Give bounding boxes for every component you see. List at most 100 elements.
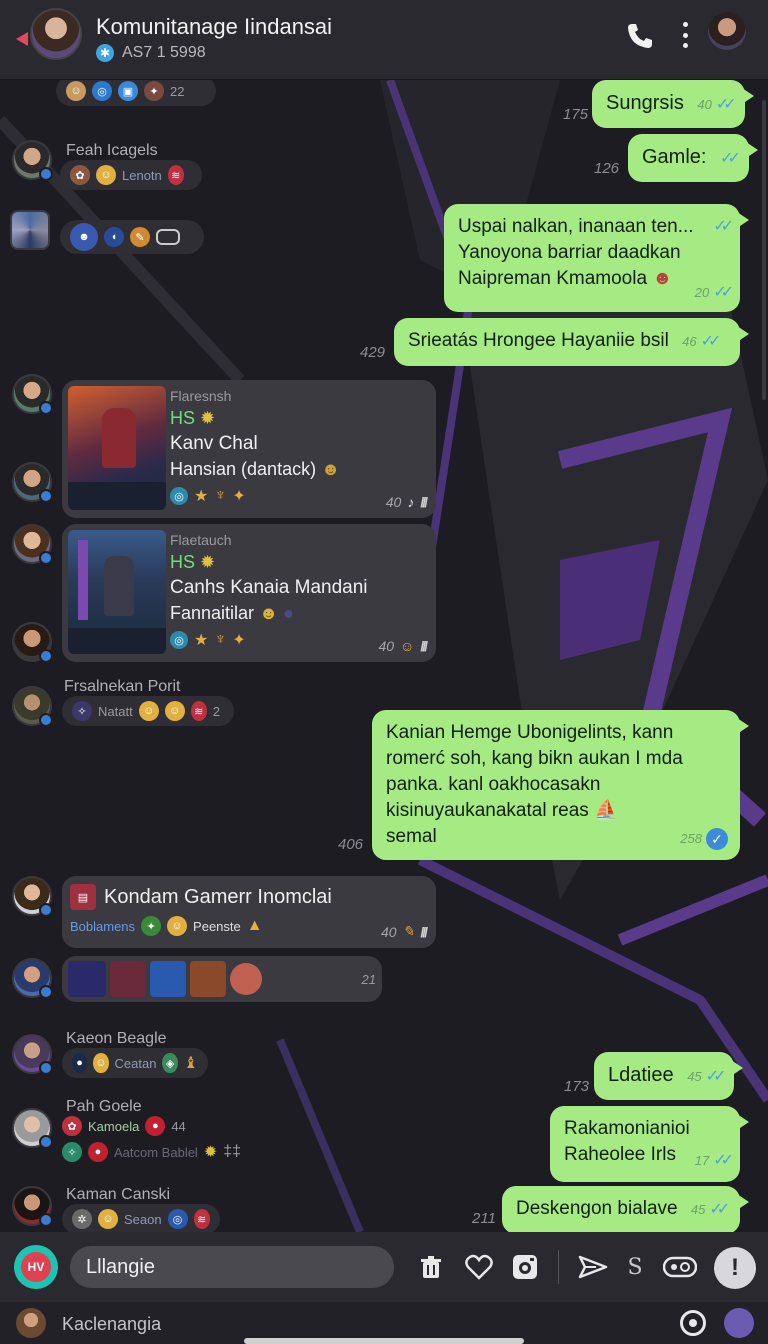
media-count: 21 [361,971,376,987]
user-avatar[interactable] [12,622,53,663]
reaction-row[interactable]: ✧ Natatt ☺ ☺ ≋ 2 [62,696,234,726]
outgoing-message[interactable]: Deskengon bialave 45 ✓✓ [502,1186,749,1232]
game-thumbnail[interactable] [68,386,166,510]
message-meta: 20 ✓✓ [695,280,734,306]
sender-name[interactable]: Frsalnekan Porit [64,678,181,696]
fire-icon: ≋ [193,1209,210,1229]
message-meta: 45 ✓✓ [687,1064,726,1090]
game-icon: ▤ [70,884,96,910]
media-strip[interactable]: 21 [62,956,382,1002]
message-meta: 258 ✓ [680,826,728,852]
message-list[interactable]: ☺ ◎ ▣ ✦ 22 175 Sungrsis 40 ✓✓ Feah Icagel… [0,80,768,1232]
media-thumb[interactable] [190,961,226,997]
badge-icon: ◖ [104,227,124,247]
sender-name[interactable]: Pah Goele [66,1098,142,1116]
more-vertical-icon[interactable] [676,20,694,50]
user-avatar[interactable] [12,374,53,415]
wrench-icon: ♝ [183,1055,199,1072]
double-check-icon: ✓✓ [715,96,737,113]
message-meta: 45 ✓✓ [691,1197,730,1223]
outgoing-message[interactable]: Rakamonianioi Raheolee Irls 17 ✓✓ [550,1106,749,1182]
game-thumbnail[interactable] [68,530,166,654]
view-count: 429 [360,344,386,361]
user-avatar[interactable] [12,462,53,503]
reaction-row[interactable]: ✲ ☺ Seaon ◎ ≋ [62,1204,220,1232]
user-avatar[interactable] [12,876,53,917]
badge-icon: ▣ [118,81,138,101]
scrollbar[interactable] [762,100,766,400]
media-thumb[interactable] [150,961,186,997]
gamepad-icon[interactable] [662,1252,698,1282]
reaction-count: 22 [170,83,185,99]
outgoing-message[interactable]: Uspai nalkan, inanaan ten... Yanoyona ba… [444,204,749,312]
s-icon[interactable]: S [620,1252,650,1282]
target-icon[interactable] [680,1310,706,1336]
media-thumb[interactable] [110,961,146,997]
double-check-icon: ✓✓ [720,150,741,167]
outgoing-message[interactable]: Kanian Hemge Ubonigelints, kann romerć s… [372,710,749,860]
user-avatar[interactable] [10,210,50,250]
shared-game-card[interactable]: Flaetauch HS ✹ Canhs Kanaia Mandani Fann… [62,524,436,662]
card-header: ▤ Kondam Gamerr Inomclai [70,884,428,910]
reaction-label: Seaon [124,1211,162,1227]
user-avatar[interactable] [12,140,53,181]
sender-name[interactable]: Feah Icagels [66,142,158,160]
card-reactions: ◎ ★ ♆ ✦ [170,630,368,650]
profile-avatar[interactable] [708,12,746,50]
heart-icon[interactable] [464,1252,494,1282]
reaction-row[interactable]: ✿ Kamoela ● 44 [62,1116,186,1136]
message-meta: 40 ✎/// [381,923,428,940]
card-reactions: Boblamens ✦ ☺ Peenste ▲ [70,916,263,936]
app-shortcut-button[interactable]: HV [14,1245,58,1289]
message-line: Yanoyona barriar daadkan [458,242,681,263]
sender-name[interactable]: Kaeon Beagle [66,1030,167,1048]
media-thumb[interactable] [68,961,106,997]
emoji-icon: ☻ [652,268,673,289]
user-avatar[interactable] [12,524,53,565]
view-count: 211 [472,1210,496,1227]
view-count: 406 [338,836,364,853]
message-line: Naipreman Kmamoola ☻ [458,268,673,289]
user-avatar[interactable] [16,1308,46,1338]
bot-avatar[interactable] [724,1308,754,1338]
reaction-row[interactable]: ✧ ● Aatcom Bablel ✹ ‡‡ [62,1142,241,1162]
card-tag: HS ✹ [170,552,216,572]
user-avatar[interactable] [12,1034,53,1075]
outgoing-message[interactable]: Ldatiee 45 ✓✓ [594,1052,744,1100]
trash-icon[interactable] [416,1252,446,1282]
user-avatar[interactable] [12,686,53,727]
reaction-row[interactable]: ☻ ◖ ✎ [60,220,204,254]
message-meta: 40 ♪/// [385,494,428,510]
user-avatar[interactable] [12,1108,53,1149]
composer-bar: HV S ! [0,1232,768,1302]
mic-icon[interactable]: ! [714,1247,756,1289]
bottom-label[interactable]: Kaclenangia [62,1314,161,1335]
user-avatar[interactable] [12,958,53,999]
camera-icon[interactable] [510,1252,540,1282]
shared-game-card[interactable]: Flaresnsh HS ✹ Kanv Chal Hansian (dantac… [62,380,436,518]
user-avatar[interactable] [12,1186,53,1227]
emoji-icon: ☺ [138,701,159,721]
card-source: Flaresnsh [170,388,232,404]
outgoing-message[interactable]: Sungrsis 40 ✓✓ [592,80,754,128]
chat-subtitle: ✱ AS7 1 5998 [96,44,206,62]
reaction-row[interactable]: ✿ ☺ Lenotn ≋ [60,160,202,190]
chat-title[interactable]: Komunitanage Iindansai [96,14,332,40]
reaction-row[interactable]: ☺ ◎ ▣ ✦ 22 [56,80,216,106]
reaction-label: Ceatan [114,1055,157,1071]
group-avatar[interactable] [30,8,82,60]
reaction-row[interactable]: ● ☺ Ceatan ◈ ♝ [62,1048,208,1078]
outgoing-message[interactable]: Gamle: ✓✓ [628,134,758,182]
reaction-label: Lenotn [122,167,162,183]
message-input[interactable] [70,1246,394,1288]
send-icon[interactable] [578,1252,608,1282]
gamepad-icon [156,229,180,245]
media-thumb[interactable] [230,963,262,995]
emoji-icon: ☺ [96,165,116,185]
reaction-count: 44 [171,1118,186,1134]
outgoing-message[interactable]: Srieatás Hrongee Hayaniie bsil 46 ✓✓ [394,318,749,366]
shared-message-card[interactable]: ▤ Kondam Gamerr Inomclai Boblamens ✦ ☺ P… [62,876,436,948]
sticker-icon: ✧ [72,701,92,721]
sender-name[interactable]: Kaman Canski [66,1186,170,1204]
phone-icon[interactable] [624,20,656,52]
